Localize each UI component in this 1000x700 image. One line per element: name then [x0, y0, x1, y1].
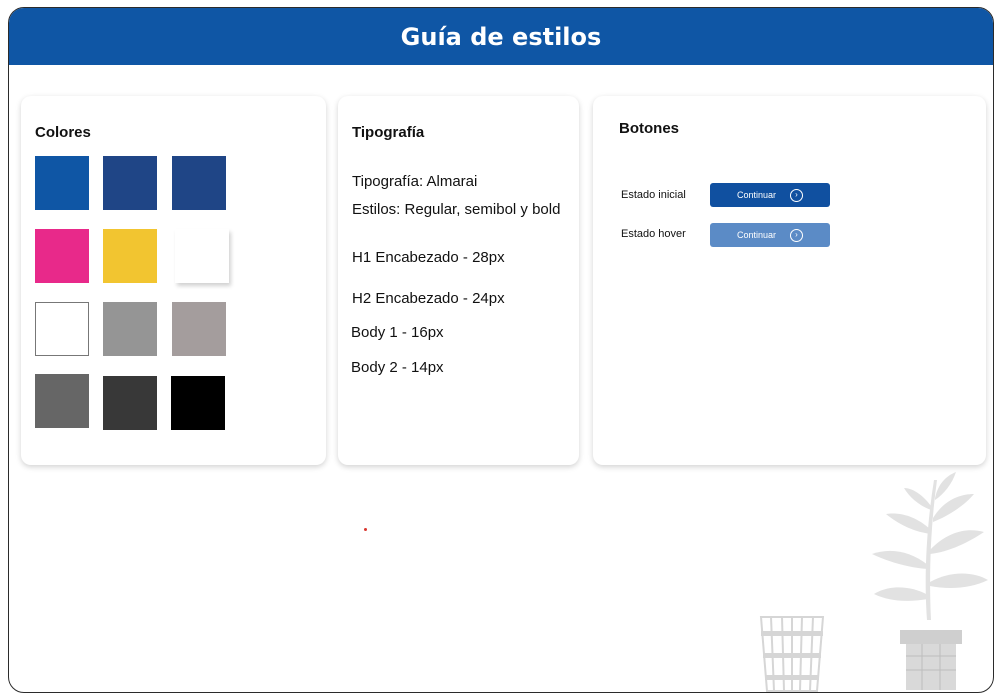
color-swatch-black: [171, 376, 225, 430]
color-swatch-navy: [103, 156, 157, 210]
page-title: Guía de estilos: [400, 22, 602, 51]
typography-card: Tipografía Tipografía: Almarai Estilos: …: [338, 96, 579, 465]
initial-state-label: Estado inicial: [621, 189, 686, 201]
colors-title: Colores: [35, 124, 91, 141]
color-swatch-blue: [35, 156, 89, 210]
continue-button-hover[interactable]: Continuar ›: [710, 223, 830, 247]
body1-spec-text: Body 1 - 16px: [351, 324, 444, 341]
plant-illustration: [872, 472, 988, 690]
font-styles-text: Estilos: Regular, semibol y bold: [352, 201, 561, 218]
app-frame: Guía de estilos Colores Tipografía Tipog…: [8, 7, 994, 693]
buttons-card: Botones Estado inicial Continuar › Estad…: [593, 96, 986, 465]
h1-spec-text: H1 Encabezado - 28px: [352, 249, 505, 266]
color-swatch-white: [35, 302, 89, 356]
body2-spec-text: Body 2 - 14px: [351, 359, 444, 376]
color-swatch-yellow: [103, 229, 157, 283]
continue-button[interactable]: Continuar ›: [710, 183, 830, 207]
continue-button-label: Continuar: [736, 190, 777, 200]
color-swatch-charcoal: [103, 376, 157, 430]
color-swatch-dark-gray: [35, 374, 89, 428]
buttons-title: Botones: [619, 120, 679, 137]
colors-card: Colores: [21, 96, 326, 465]
hover-state-label: Estado hover: [621, 228, 686, 240]
color-swatch-navy-2: [172, 156, 226, 210]
continue-button-hover-label: Continuar: [736, 230, 777, 240]
chevron-right-circle-icon: ›: [790, 228, 804, 242]
font-name-text: Tipografía: Almarai: [352, 173, 478, 190]
chevron-right-circle-icon: ›: [790, 188, 804, 202]
color-swatch-white-shadow: [175, 229, 229, 283]
color-swatch-pink: [35, 229, 89, 283]
red-dot: [364, 528, 367, 531]
page-header: Guía de estilos: [9, 8, 993, 65]
typography-title: Tipografía: [352, 124, 425, 141]
basket-illustration: [759, 616, 825, 692]
color-swatch-gray: [103, 302, 157, 356]
h2-spec-text: H2 Encabezado - 24px: [352, 290, 505, 307]
color-swatch-warm-gray: [172, 302, 226, 356]
